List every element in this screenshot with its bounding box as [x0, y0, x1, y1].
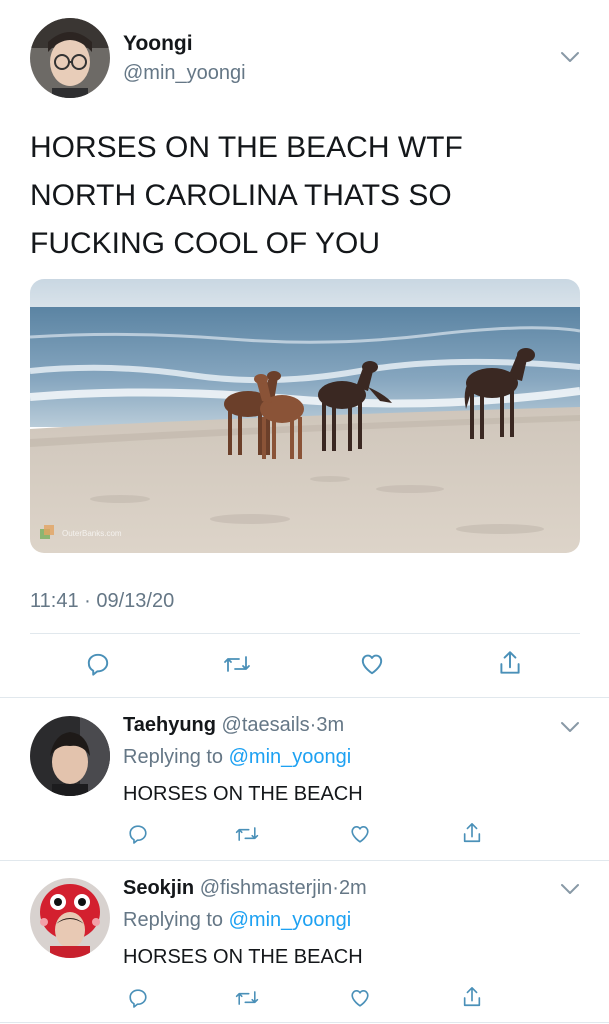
divider — [0, 860, 609, 861]
reply-author-handle[interactable]: @taesails — [222, 714, 310, 736]
retweet-icon[interactable] — [233, 986, 261, 1010]
share-icon[interactable] — [460, 984, 484, 1010]
chevron-down-icon[interactable] — [560, 50, 580, 64]
replying-to-link[interactable]: @min_yoongi — [229, 746, 352, 768]
replying-to-prefix: Replying to — [123, 909, 224, 931]
reply-icon[interactable] — [126, 822, 150, 846]
reply-header: Taehyung @taesails·3m — [123, 714, 344, 737]
author-name[interactable]: Yoongi — [123, 32, 193, 56]
reply-actions — [0, 984, 609, 1012]
tweet-text-line: NORTH CAROLINA THATS SO — [30, 179, 452, 212]
tweet-actions — [0, 648, 609, 682]
reply-text: HORSES ON THE BEACH — [123, 946, 363, 968]
like-icon[interactable] — [347, 986, 373, 1010]
media-watermark: OuterBanks.com — [62, 529, 122, 538]
reply-header: Seokjin @fishmasterjin·2m — [123, 877, 367, 900]
divider — [30, 633, 580, 634]
separator-dot: · — [332, 877, 339, 899]
reply-author-handle[interactable]: @fishmasterjin — [200, 877, 333, 899]
reply-text: HORSES ON THE BEACH — [123, 783, 363, 805]
reply-author-avatar[interactable] — [30, 716, 110, 796]
retweet-icon[interactable] — [222, 650, 252, 678]
reply-icon[interactable] — [126, 986, 150, 1010]
reply-icon[interactable] — [84, 650, 112, 678]
reply-author-avatar[interactable] — [30, 878, 110, 958]
retweet-icon[interactable] — [233, 822, 261, 846]
like-icon[interactable] — [358, 650, 386, 678]
chevron-down-icon[interactable] — [560, 720, 580, 734]
reply-author-name[interactable]: Taehyung — [123, 714, 216, 736]
author-avatar[interactable] — [30, 18, 110, 98]
reply-time[interactable]: 2m — [339, 877, 367, 899]
chevron-down-icon[interactable] — [560, 882, 580, 896]
replying-to: Replying to @min_yoongi — [123, 746, 351, 769]
divider — [0, 1022, 609, 1023]
replying-to: Replying to @min_yoongi — [123, 909, 351, 932]
tweet-text: HORSES ON THE BEACH WTF NORTH CAROLINA T… — [30, 124, 463, 268]
share-icon[interactable] — [496, 648, 524, 678]
like-icon[interactable] — [347, 822, 373, 846]
replying-to-prefix: Replying to — [123, 746, 224, 768]
tweet-media-photo[interactable]: OuterBanks.com — [30, 279, 580, 553]
tweet-text-line: HORSES ON THE BEACH WTF — [30, 131, 463, 164]
author-handle[interactable]: @min_yoongi — [123, 62, 246, 85]
replying-to-link[interactable]: @min_yoongi — [229, 909, 352, 931]
share-icon[interactable] — [460, 820, 484, 846]
reply-time[interactable]: 3m — [316, 714, 344, 736]
tweet-text-line: FUCKING COOL OF YOU — [30, 227, 381, 260]
reply-actions — [0, 820, 609, 848]
reply-author-name[interactable]: Seokjin — [123, 877, 194, 899]
divider — [0, 697, 609, 698]
tweet-timestamp[interactable]: 11:41 · 09/13/20 — [30, 590, 174, 613]
